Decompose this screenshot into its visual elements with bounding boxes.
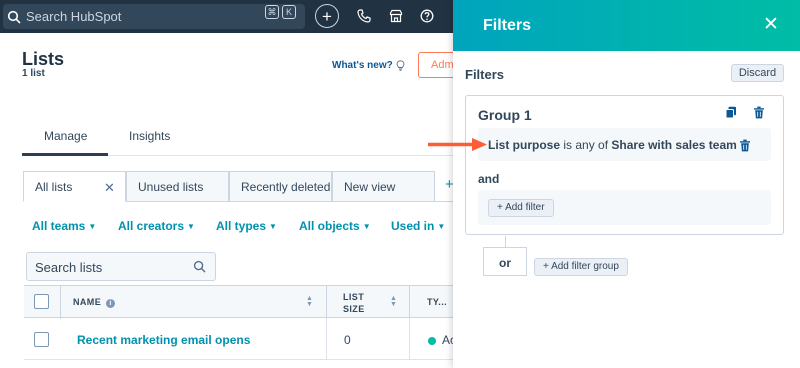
filter-dropdown-teams[interactable]: All teams ▼ [32,219,96,233]
view-tab-new-view[interactable]: New view [332,171,435,202]
filters-panel-title: Filters [483,17,532,34]
whats-new-label: What's new? [332,60,393,71]
caret-down-icon: ▼ [269,222,277,231]
column-divider [326,286,327,319]
column-header-label: NAME [73,297,102,307]
filter-dropdown-objects[interactable]: All objects ▼ [299,219,371,233]
group-connector-line [505,236,506,247]
list-size-value: 0 [344,333,351,347]
caret-down-icon: ▼ [187,222,195,231]
view-tab-label: Recently deleted [241,180,331,194]
view-tab-unused-lists[interactable]: Unused lists [126,171,229,202]
add-filter-area: + Add filter [478,190,771,225]
table-header: NAME i ▲ ▼ LIST SIZE ▲ ▼ TY... [24,285,464,319]
caret-down-icon: ▼ [437,222,446,231]
list-count: 1 list [22,68,45,79]
list-name-link[interactable]: Recent marketing email opens [77,333,250,347]
filters-panel: Filters ✕ Filters Discard Group 1 List p… [453,0,800,368]
info-icon: i [106,299,116,308]
command-key-hint: ⌘ [265,5,279,19]
filter-label: All objects [299,219,360,233]
view-tab-all-lists[interactable]: All lists ✕ [23,171,126,202]
filters-panel-header: Filters ✕ [453,0,800,51]
filter-group: Group 1 List purpose is any of Share wit… [465,95,784,235]
filter-label: All creators [118,219,185,233]
view-tab-label: New view [344,180,396,194]
close-icon[interactable]: ✕ [763,15,779,34]
create-new-button[interactable]: + [315,4,339,28]
marketplace-icon[interactable] [389,9,403,23]
filter-label: All types [216,219,267,233]
column-header-label: LIST [343,292,365,302]
filter-group-title: Group 1 [478,107,532,123]
whats-new-link[interactable]: What's new? [332,60,405,71]
filter-dropdown-creators[interactable]: All creators ▼ [118,219,195,233]
column-divider [60,286,61,319]
search-icon [7,10,21,24]
trash-icon[interactable] [753,106,765,119]
phone-icon[interactable] [357,9,371,23]
row-checkbox[interactable] [34,332,49,347]
annotation-arrow [428,138,487,151]
sort-icon[interactable]: ▲ ▼ [390,295,397,308]
sort-icon[interactable]: ▲ ▼ [306,295,313,308]
or-connector: or [483,247,527,276]
help-icon[interactable] [420,9,434,23]
column-divider [409,286,410,319]
status-dot [428,337,436,345]
close-view-icon[interactable]: ✕ [104,180,115,196]
table-row: Recent marketing email opens 0 Ac [24,318,464,360]
active-tab-indicator [22,153,108,156]
column-header-list-size[interactable]: LIST SIZE [343,291,365,315]
filter-rule[interactable]: List purpose is any of Share with sales … [478,128,771,161]
and-connector-label: and [478,172,500,186]
filters-subtitle: Filters [465,67,505,82]
filter-dropdown-types[interactable]: All types ▼ [216,219,277,233]
k-key-hint: K [282,5,296,19]
lightbulb-icon [396,60,405,71]
search-icon [193,260,206,273]
column-header-name[interactable]: NAME i [73,297,116,308]
add-filter-group-label: Add filter group [551,261,619,272]
filter-property: List purpose [488,138,561,152]
plus-icon: + [497,202,506,213]
search-lists-placeholder: Search lists [35,260,103,275]
page-title: Lists [22,49,65,69]
add-filter-group-button[interactable]: + Add filter group [534,258,628,276]
clone-icon[interactable] [725,106,737,119]
filter-label: All teams [32,219,86,233]
view-tab-label: All lists [35,180,73,194]
view-tab-recently-deleted[interactable]: Recently deleted [229,171,332,202]
caret-down-icon: ▼ [88,222,97,231]
add-filter-label: Add filter [505,202,545,213]
plus-icon: + [543,261,552,272]
search-lists-input[interactable]: Search lists [26,252,216,281]
add-filter-button[interactable]: + Add filter [488,199,554,217]
discard-button[interactable]: Discard [731,64,784,82]
filter-dropdown-used-in[interactable]: Used in ▼ [391,219,445,233]
column-divider [326,318,327,360]
view-tab-label: Unused lists [138,180,204,194]
filter-value: Share with sales team [611,138,737,152]
tab-insights[interactable]: Insights [129,129,170,143]
caret-down-icon: ▼ [362,222,371,231]
filter-label: Used in [391,219,435,233]
column-divider [409,318,410,360]
select-all-checkbox[interactable] [34,294,49,309]
column-header-type[interactable]: TY... [427,297,447,307]
search-placeholder: Search HubSpot [26,9,122,24]
global-search-input[interactable]: Search HubSpot [3,4,305,29]
filter-operator: is any of [563,138,609,152]
tab-manage[interactable]: Manage [44,129,87,143]
trash-icon[interactable] [739,139,751,152]
column-header-label: SIZE [343,304,365,314]
